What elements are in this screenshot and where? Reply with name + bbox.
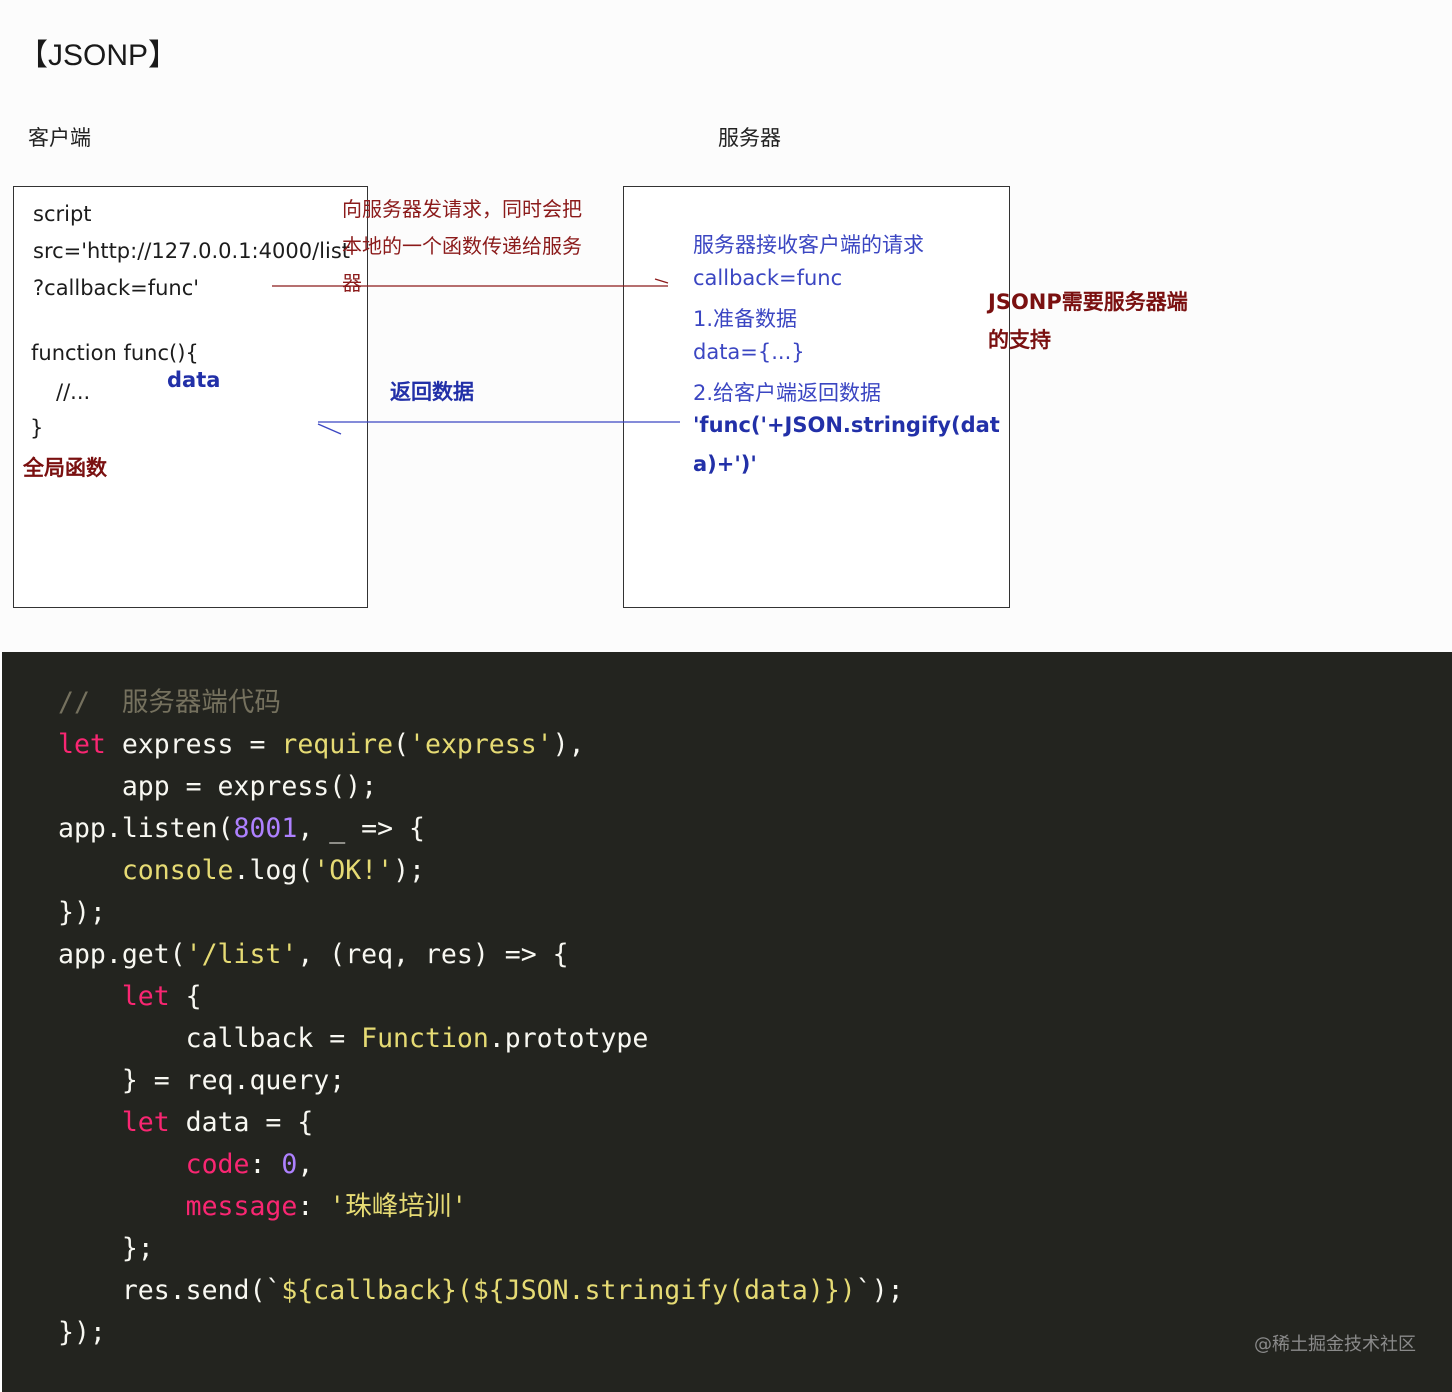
code-token: ),	[552, 729, 585, 760]
code-line: });	[58, 1312, 904, 1354]
code-token: });	[58, 897, 106, 928]
code-token: 0	[281, 1149, 298, 1180]
code-token: app.get(	[58, 939, 186, 970]
code-line: };	[58, 1228, 904, 1270]
code-token: ${callback}(${JSON.stringify(data)})	[281, 1275, 856, 1306]
code-token: let	[121, 1107, 170, 1138]
code-token: '珠峰培训'	[329, 1191, 468, 1222]
code-line: let data = {	[58, 1102, 904, 1144]
code-token: require	[281, 729, 394, 760]
code-token: callback =	[58, 1023, 362, 1054]
code-line: });	[58, 892, 904, 934]
code-token: } = req.query;	[58, 1065, 346, 1096]
code-line: code: 0,	[58, 1144, 904, 1186]
code-token: 'express'	[409, 729, 553, 760]
code-token: .log(	[233, 855, 314, 886]
code-token: Function	[361, 1023, 489, 1054]
code-token: data = {	[169, 1107, 314, 1138]
code-token: .prototype	[488, 1023, 649, 1054]
request-arrow-head	[654, 278, 669, 284]
code-content: // 服务器端代码 let express = require('express'…	[58, 682, 904, 1354]
code-token: let	[58, 729, 106, 760]
code-token: // 服务器端代码	[58, 687, 281, 718]
code-line: app = express();	[58, 766, 904, 808]
code-line: message: '珠峰培训'	[58, 1186, 904, 1228]
code-token: message	[185, 1191, 298, 1222]
code-line: callback = Function.prototype	[58, 1018, 904, 1060]
code-token: code	[185, 1149, 250, 1180]
code-token: '/list'	[185, 939, 298, 970]
code-token: res.send(`	[58, 1275, 282, 1306]
code-token: express =	[105, 729, 282, 760]
code-token: :	[297, 1191, 330, 1222]
code-token: app.listen(	[58, 813, 234, 844]
code-line: let {	[58, 976, 904, 1018]
code-token: ,	[297, 1149, 314, 1180]
code-token: app = express();	[58, 771, 378, 802]
diagram-area: 【JSONP】 客户端 服务器 script src='http://127.0…	[0, 0, 1452, 652]
code-line: app.get('/list', (req, res) => {	[58, 934, 904, 976]
code-line: res.send(`${callback}(${JSON.stringify(d…	[58, 1270, 904, 1312]
code-token: , (req, res) => {	[297, 939, 569, 970]
code-token: {	[169, 981, 202, 1012]
code-token: );	[393, 855, 425, 886]
code-token: `);	[855, 1275, 904, 1306]
code-token: :	[249, 1149, 282, 1180]
code-line: app.listen(8001, _ => {	[58, 808, 904, 850]
code-block: // 服务器端代码 let express = require('express'…	[2, 652, 1452, 1392]
code-token: 'OK!'	[313, 855, 394, 886]
code-token: 8001	[233, 813, 298, 844]
code-line: } = req.query;	[58, 1060, 904, 1102]
code-line: console.log('OK!');	[58, 850, 904, 892]
watermark: @稀土掘金技术社区	[1254, 1334, 1416, 1355]
code-token: });	[58, 1317, 106, 1348]
return-arrow-head	[317, 423, 342, 435]
code-token: };	[58, 1233, 154, 1264]
code-line: let express = require('express'),	[58, 724, 904, 766]
code-token: console	[121, 855, 234, 886]
arrows-layer	[272, 278, 680, 435]
code-token: (	[393, 729, 410, 760]
code-token: , _ => {	[297, 813, 425, 844]
code-token: let	[121, 981, 170, 1012]
code-line: // 服务器端代码	[58, 682, 904, 724]
